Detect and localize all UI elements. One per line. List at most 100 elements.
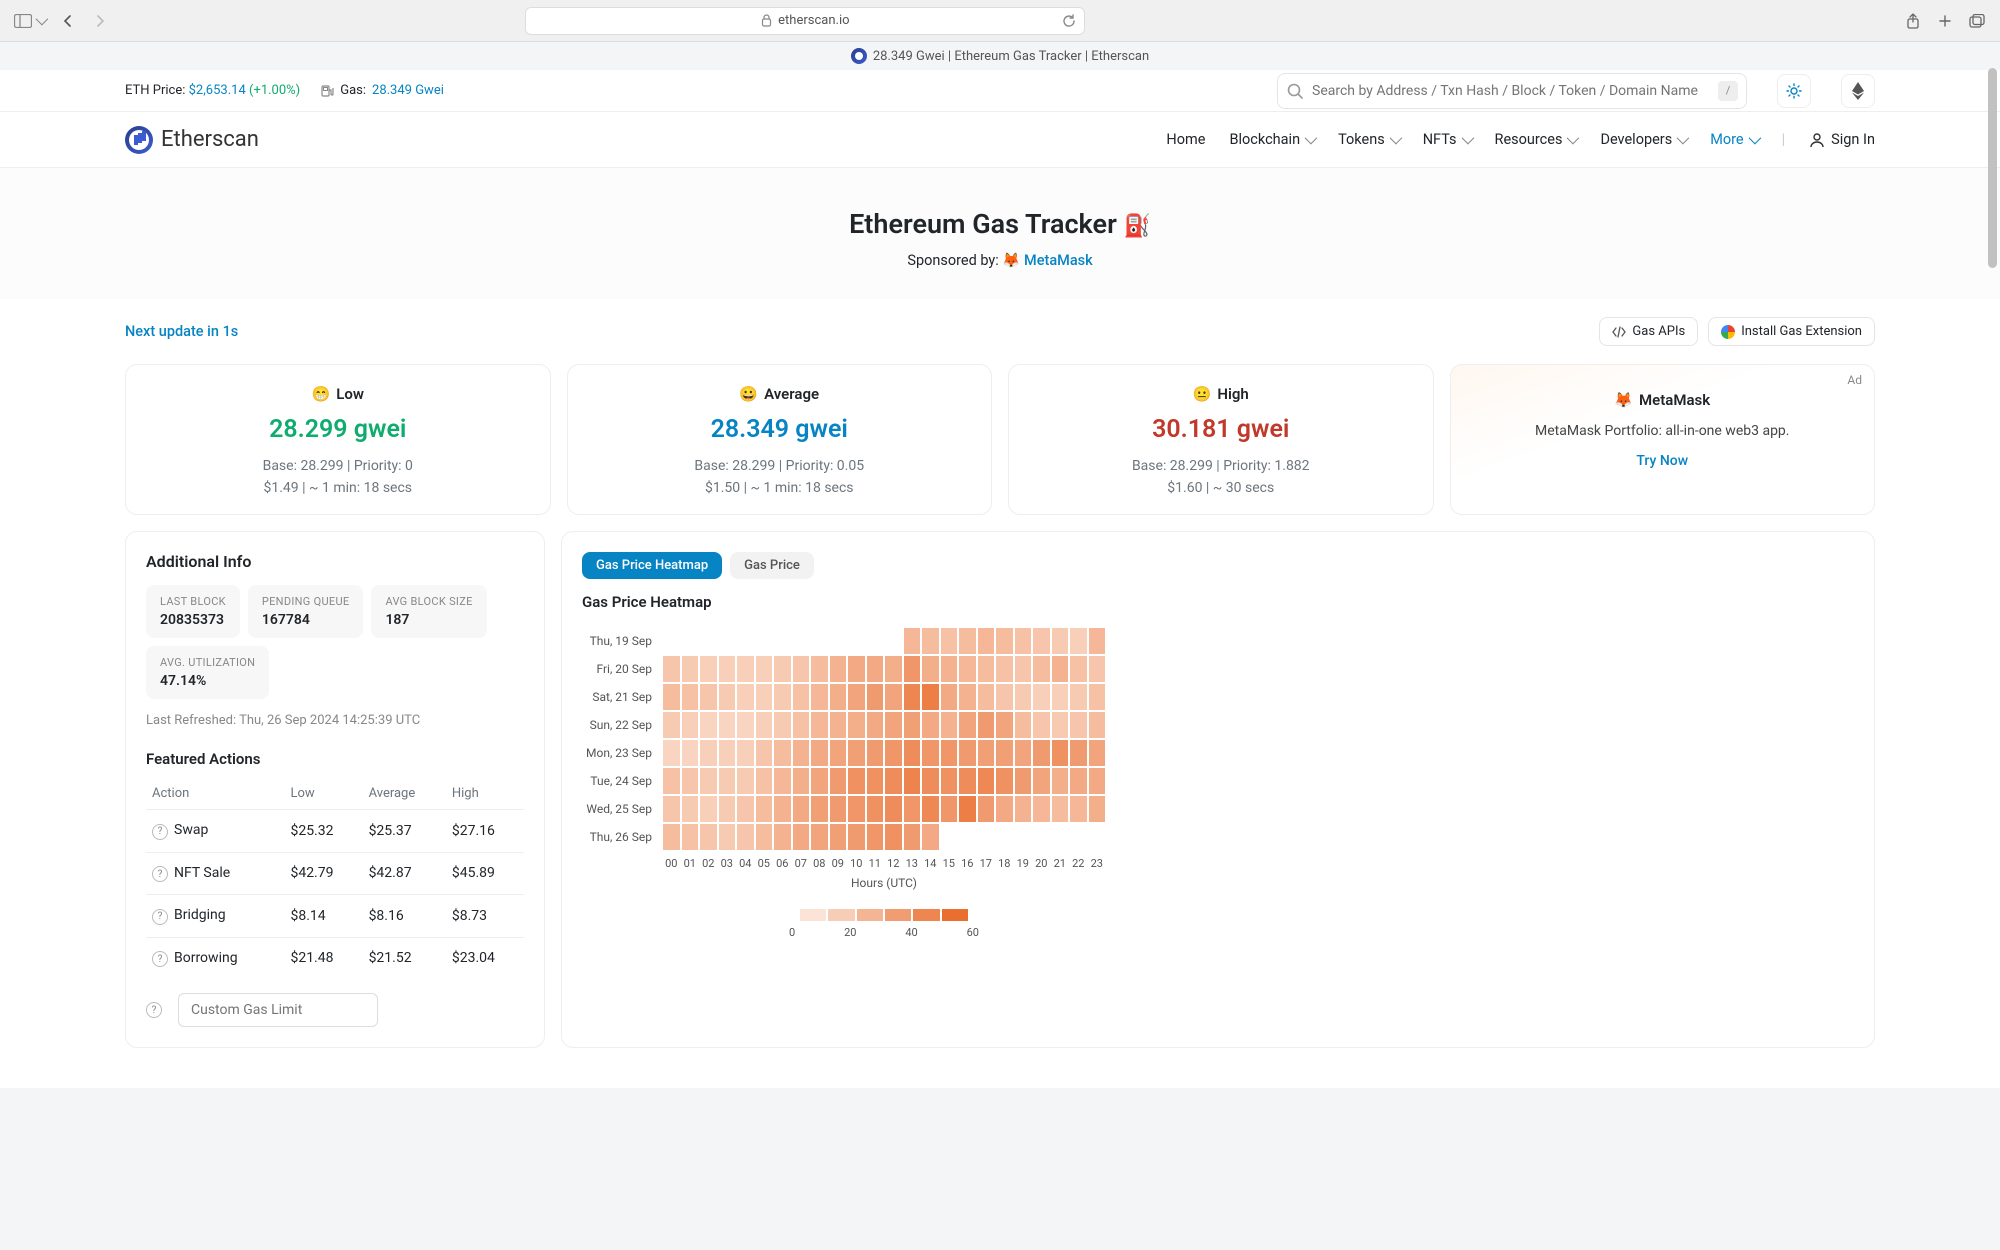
heatmap-cell[interactable] [792, 739, 811, 767]
heatmap-cell[interactable] [810, 767, 829, 795]
heatmap-cell[interactable] [829, 823, 848, 851]
heatmap-cell[interactable] [681, 711, 700, 739]
heatmap-cell[interactable] [810, 739, 829, 767]
heatmap-cell[interactable] [1032, 655, 1051, 683]
heatmap-cell[interactable] [755, 683, 774, 711]
heatmap-cell[interactable] [792, 795, 811, 823]
heatmap-cell[interactable] [1032, 823, 1051, 851]
heatmap-cell[interactable] [958, 711, 977, 739]
heatmap-cell[interactable] [810, 795, 829, 823]
heatmap-cell[interactable] [1051, 683, 1070, 711]
heatmap-cell[interactable] [940, 711, 959, 739]
heatmap-cell[interactable] [792, 711, 811, 739]
heatmap-cell[interactable] [755, 711, 774, 739]
heatmap-cell[interactable] [921, 655, 940, 683]
heatmap-cell[interactable] [903, 795, 922, 823]
gas-apis-button[interactable]: Gas APIs [1599, 317, 1698, 346]
heatmap-cell[interactable] [1014, 627, 1033, 655]
heatmap-cell[interactable] [681, 795, 700, 823]
heatmap-cell[interactable] [995, 823, 1014, 851]
nav-nfts[interactable]: NFTs [1423, 131, 1471, 148]
heatmap-cell[interactable] [792, 767, 811, 795]
heatmap-cell[interactable] [681, 823, 700, 851]
search-input[interactable] [1312, 83, 1710, 99]
heatmap-cell[interactable] [718, 739, 737, 767]
heatmap-cell[interactable] [810, 627, 829, 655]
heatmap-cell[interactable] [681, 655, 700, 683]
help-icon[interactable]: ? [146, 1002, 162, 1018]
heatmap-cell[interactable] [921, 711, 940, 739]
heatmap-cell[interactable] [903, 711, 922, 739]
tabs-button[interactable] [1968, 12, 1986, 30]
heatmap-cell[interactable] [1088, 767, 1107, 795]
sign-in-button[interactable]: Sign In [1809, 131, 1875, 148]
gas-price-value[interactable]: 28.349 Gwei [372, 83, 444, 98]
heatmap-cell[interactable] [903, 683, 922, 711]
heatmap-cell[interactable] [921, 767, 940, 795]
heatmap-cell[interactable] [1088, 655, 1107, 683]
heatmap-cell[interactable] [1051, 711, 1070, 739]
heatmap-cell[interactable] [847, 655, 866, 683]
heatmap-cell[interactable] [829, 627, 848, 655]
help-icon[interactable]: ? [152, 909, 168, 925]
heatmap-cell[interactable] [699, 627, 718, 655]
heatmap-cell[interactable] [662, 627, 681, 655]
heatmap-cell[interactable] [755, 739, 774, 767]
heatmap-cell[interactable] [773, 795, 792, 823]
heatmap-cell[interactable] [1051, 739, 1070, 767]
heatmap-cell[interactable] [921, 683, 940, 711]
heatmap-cell[interactable] [1069, 655, 1088, 683]
heatmap-cell[interactable] [940, 627, 959, 655]
heatmap-cell[interactable] [940, 767, 959, 795]
heatmap-cell[interactable] [1069, 823, 1088, 851]
heatmap-cell[interactable] [977, 655, 996, 683]
heatmap-cell[interactable] [977, 795, 996, 823]
heatmap-cell[interactable] [903, 767, 922, 795]
heatmap-cell[interactable] [1032, 739, 1051, 767]
heatmap-cell[interactable] [755, 767, 774, 795]
heatmap-cell[interactable] [792, 655, 811, 683]
heatmap-cell[interactable] [792, 823, 811, 851]
heatmap-cell[interactable] [921, 739, 940, 767]
heatmap-cell[interactable] [847, 767, 866, 795]
heatmap-cell[interactable] [681, 683, 700, 711]
heatmap-cell[interactable] [977, 711, 996, 739]
heatmap-cell[interactable] [977, 823, 996, 851]
heatmap-cell[interactable] [847, 627, 866, 655]
heatmap-cell[interactable] [1032, 711, 1051, 739]
heatmap-cell[interactable] [977, 627, 996, 655]
heatmap-cell[interactable] [958, 767, 977, 795]
heatmap-cell[interactable] [995, 655, 1014, 683]
heatmap-cell[interactable] [995, 767, 1014, 795]
heatmap-cell[interactable] [1014, 711, 1033, 739]
heatmap-cell[interactable] [736, 795, 755, 823]
heatmap-cell[interactable] [903, 739, 922, 767]
heatmap-cell[interactable] [977, 683, 996, 711]
heatmap-cell[interactable] [884, 655, 903, 683]
nav-home[interactable]: Home [1166, 131, 1205, 148]
help-icon[interactable]: ? [152, 866, 168, 882]
eth-price-value[interactable]: $2,653.14 [189, 83, 246, 98]
heatmap-cell[interactable] [995, 739, 1014, 767]
heatmap-cell[interactable] [1014, 795, 1033, 823]
heatmap-cell[interactable] [1051, 823, 1070, 851]
heatmap-cell[interactable] [755, 655, 774, 683]
scrollbar[interactable] [1988, 68, 1997, 268]
heatmap-cell[interactable] [866, 795, 885, 823]
heatmap-cell[interactable] [1088, 627, 1107, 655]
custom-gas-input[interactable] [178, 993, 378, 1027]
heatmap-cell[interactable] [1051, 627, 1070, 655]
heatmap-cell[interactable] [903, 655, 922, 683]
nav-resources[interactable]: Resources [1495, 131, 1577, 148]
heatmap-cell[interactable] [884, 627, 903, 655]
heatmap-cell[interactable] [866, 627, 885, 655]
heatmap-cell[interactable] [1069, 683, 1088, 711]
heatmap-cell[interactable] [718, 767, 737, 795]
heatmap-cell[interactable] [1088, 711, 1107, 739]
heatmap-cell[interactable] [1069, 767, 1088, 795]
heatmap-cell[interactable] [699, 823, 718, 851]
heatmap-cell[interactable] [718, 627, 737, 655]
heatmap-cell[interactable] [681, 767, 700, 795]
url-bar[interactable]: etherscan.io [525, 7, 1085, 35]
heatmap-cell[interactable] [847, 739, 866, 767]
